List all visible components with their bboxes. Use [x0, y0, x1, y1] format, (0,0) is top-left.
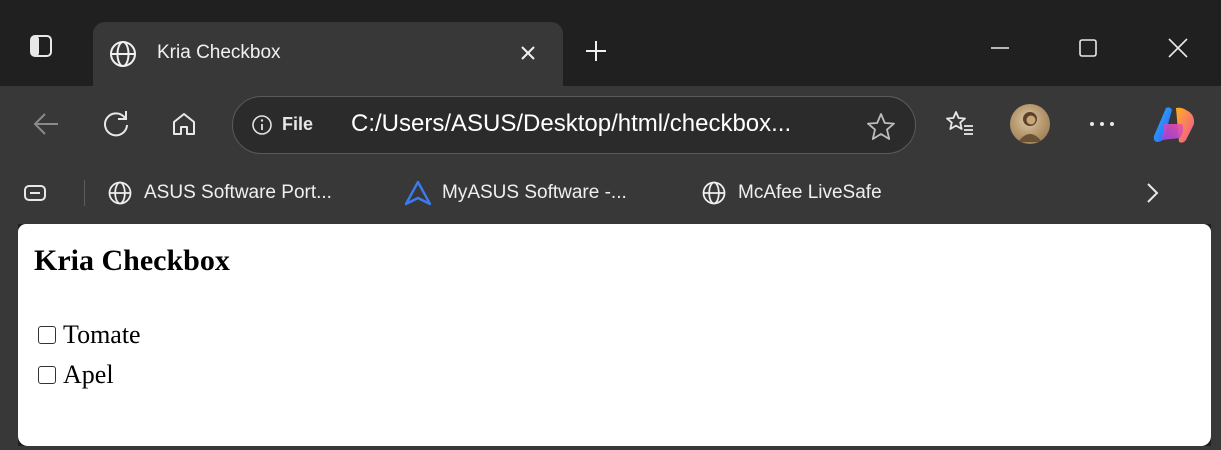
- bookmark-label: McAfee LiveSafe: [738, 182, 882, 203]
- checkbox-option-tomate[interactable]: Tomate: [38, 320, 141, 350]
- tab-title: Kria Checkbox: [157, 42, 281, 63]
- back-arrow-icon: [33, 113, 58, 135]
- copilot-icon[interactable]: [1152, 104, 1196, 146]
- bookmark-divider: [84, 180, 85, 206]
- url-scheme-label: File: [282, 114, 314, 134]
- home-button[interactable]: [166, 106, 202, 142]
- bookmark-item-myasus-software[interactable]: MyASUS Software -...: [404, 176, 627, 210]
- favorites-list-icon: [946, 111, 973, 135]
- chevron-right-icon: [1147, 183, 1159, 203]
- close-icon: [521, 46, 535, 60]
- tab-strip: Kria Checkbox: [0, 0, 1221, 86]
- profile-photo-icon: [1018, 112, 1042, 142]
- globe-icon: [108, 181, 132, 205]
- info-icon[interactable]: [251, 114, 273, 136]
- workspaces-button[interactable]: [22, 176, 48, 210]
- checkbox[interactable]: [38, 326, 56, 344]
- browser-toolbar: File C:/Users/ASUS/Desktop/html/checkbox…: [0, 86, 1221, 162]
- url-text[interactable]: C:/Users/ASUS/Desktop/html/checkbox...: [351, 110, 791, 138]
- bookmark-label: ASUS Software Port...: [144, 182, 332, 203]
- window-frame-right: [1211, 224, 1221, 450]
- tab-close-button[interactable]: [513, 38, 543, 68]
- myasus-icon: [404, 180, 432, 206]
- globe-icon: [702, 181, 726, 205]
- workspaces-icon: [24, 185, 46, 201]
- more-favorites-button[interactable]: [1142, 176, 1162, 210]
- checkbox-label: Apel: [63, 360, 114, 389]
- active-tab[interactable]: Kria Checkbox: [93, 22, 563, 86]
- new-tab-button[interactable]: [579, 34, 613, 68]
- home-icon: [173, 113, 195, 135]
- plus-icon: [586, 41, 606, 61]
- globe-icon: [110, 41, 136, 67]
- checkbox-label: Tomate: [63, 320, 141, 349]
- add-favorite-star-icon[interactable]: [865, 111, 897, 143]
- window-frame-left: [0, 224, 18, 450]
- window-frame-bottom: [0, 446, 1221, 450]
- favorites-bar: ASUS Software Port... MyASUS Software -.…: [0, 162, 1221, 224]
- settings-and-more-button[interactable]: [1084, 106, 1120, 142]
- more-dots-icon: [1090, 122, 1114, 126]
- address-bar[interactable]: File C:/Users/ASUS/Desktop/html/checkbox…: [232, 96, 916, 154]
- bookmark-item-mcafee-livesafe[interactable]: McAfee LiveSafe: [700, 176, 882, 210]
- back-button[interactable]: [28, 106, 64, 142]
- maximize-icon: [1079, 39, 1097, 57]
- page-viewport: Kria Checkbox Tomate Apel: [18, 224, 1211, 446]
- sidebar-icon: [30, 35, 52, 57]
- refresh-button[interactable]: [98, 106, 134, 142]
- profile-avatar[interactable]: [1010, 104, 1050, 144]
- favorites-button[interactable]: [942, 106, 978, 142]
- minimize-button[interactable]: [980, 30, 1020, 66]
- sidebar-toggle-button[interactable]: [26, 31, 56, 61]
- bookmark-label: MyASUS Software -...: [442, 182, 627, 203]
- maximize-button[interactable]: [1068, 30, 1108, 66]
- bookmark-item-asus-software-portal[interactable]: ASUS Software Port...: [106, 176, 332, 210]
- window-close-button[interactable]: [1158, 30, 1198, 66]
- checkbox[interactable]: [38, 366, 56, 384]
- minimize-icon: [991, 47, 1009, 49]
- checkbox-option-apel[interactable]: Apel: [38, 360, 114, 390]
- refresh-icon: [104, 111, 128, 137]
- close-icon: [1168, 38, 1188, 58]
- page-title: Kria Checkbox: [34, 244, 230, 277]
